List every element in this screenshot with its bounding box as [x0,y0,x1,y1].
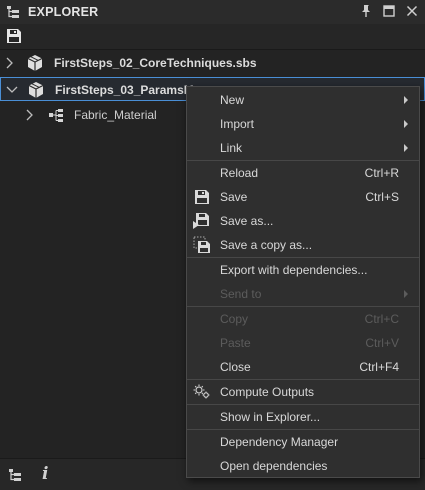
explorer-toolbar [0,24,425,50]
graph-icon [48,108,64,122]
package-icon [26,54,44,72]
menu-item-label: Close [220,360,251,374]
menu-item-link[interactable]: Link [187,136,419,160]
compute-icon [193,383,211,401]
tree-item-label: Fabric_Material [74,108,157,122]
chevron-right-icon[interactable] [25,109,35,121]
close-icon[interactable] [405,4,419,18]
submenu-arrow-icon [404,96,408,104]
panel-title: EXPLORER [28,5,99,19]
context-menu: New Import Link Reload Ctrl+R Save Ctrl+… [186,86,420,478]
menu-item-label: Compute Outputs [220,385,315,399]
menu-item-compute-outputs[interactable]: Compute Outputs [187,380,419,404]
menu-item-label: Import [220,117,255,131]
menu-item-label: Export with dependencies... [220,263,368,277]
menu-item-show-in-explorer[interactable]: Show in Explorer... [187,405,419,429]
menu-item-label: Save as... [220,214,274,228]
float-window-icon[interactable] [382,4,396,18]
menu-item-shortcut: Ctrl+V [365,336,399,350]
submenu-arrow-icon [404,290,408,298]
menu-item-send-to[interactable]: Send to [187,282,419,306]
panel-titlebar: EXPLORER [0,0,425,24]
menu-item-paste[interactable]: Paste Ctrl+V [187,331,419,355]
menu-item-shortcut: Ctrl+R [364,166,399,180]
explorer-icon [6,5,20,19]
menu-item-label: Dependency Manager [220,435,339,449]
menu-item-reload[interactable]: Reload Ctrl+R [187,161,419,185]
menu-item-save-as[interactable]: Save as... [187,209,419,233]
menu-item-label: Save [220,190,248,204]
menu-item-label: Reload [220,166,259,180]
menu-item-label: Copy [220,312,249,326]
menu-item-label: Link [220,141,243,155]
tree-item-package[interactable]: FirstSteps_02_CoreTechniques.sbs [0,51,425,75]
menu-item-save-copy[interactable]: Save a copy as... [187,233,419,257]
menu-item-shortcut: Ctrl+F4 [359,360,399,374]
menu-item-label: Paste [220,336,251,350]
menu-item-label: Save a copy as... [220,238,313,252]
menu-item-label: Open dependencies [220,459,328,473]
menu-item-new[interactable]: New [187,88,419,112]
save-icon [193,188,211,206]
menu-item-export-dependencies[interactable]: Export with dependencies... [187,258,419,282]
menu-item-open-dependencies[interactable]: Open dependencies [187,454,419,478]
save-copy-icon [193,236,211,254]
package-icon [27,81,45,99]
menu-item-shortcut: Ctrl+S [365,190,399,204]
tree-item-label: FirstSteps_03_ParamsMa [55,83,201,97]
menu-item-label: Show in Explorer... [220,410,321,424]
menu-item-import[interactable]: Import [187,112,419,136]
menu-item-shortcut: Ctrl+C [364,312,399,326]
menu-item-copy[interactable]: Copy Ctrl+C [187,307,419,331]
menu-item-label: New [220,93,245,107]
submenu-arrow-icon [404,120,408,128]
menu-item-save[interactable]: Save Ctrl+S [187,185,419,209]
save-icon[interactable] [6,28,22,44]
submenu-arrow-icon [404,144,408,152]
tree-item-label: FirstSteps_02_CoreTechniques.sbs [54,56,257,70]
menu-item-dependency-manager[interactable]: Dependency Manager [187,430,419,454]
info-icon[interactable]: i [42,464,48,484]
chevron-right-icon[interactable] [5,57,15,69]
pin-icon[interactable] [359,4,373,18]
chevron-down-icon[interactable] [6,84,18,96]
menu-item-close[interactable]: Close Ctrl+F4 [187,355,419,379]
save-as-icon [193,212,211,230]
menu-item-label: Send to [220,287,262,301]
explorer-icon[interactable] [8,468,22,482]
